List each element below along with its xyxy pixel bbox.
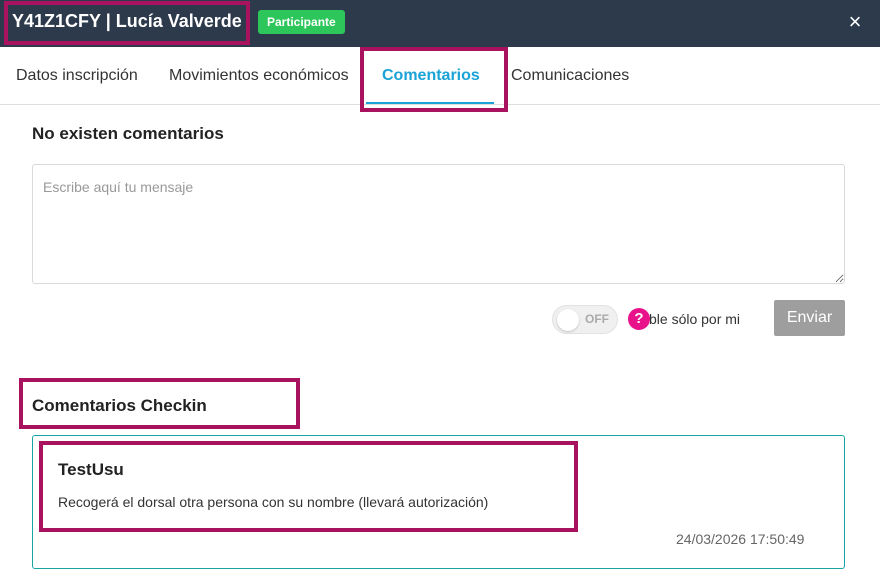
highlight-checkin-title bbox=[19, 378, 300, 429]
highlight-comment bbox=[39, 441, 578, 532]
empty-comments-title: No existen comentarios bbox=[32, 124, 224, 143]
comment-date: 24/03/2026 17:50:49 bbox=[676, 531, 805, 547]
send-button[interactable]: Enviar bbox=[774, 300, 845, 336]
highlight-tab bbox=[360, 47, 508, 112]
help-icon[interactable]: ? bbox=[628, 308, 650, 330]
tab-movimientos-economicos[interactable]: Movimientos económicos bbox=[169, 67, 349, 85]
tab-comunicaciones[interactable]: Comunicaciones bbox=[511, 67, 629, 85]
status-badge: Participante bbox=[258, 10, 345, 34]
close-icon[interactable]: × bbox=[843, 9, 867, 35]
toggle-state-label: OFF bbox=[585, 312, 609, 326]
tab-datos-inscripcion[interactable]: Datos inscripción bbox=[16, 67, 138, 85]
message-input[interactable] bbox=[32, 164, 845, 284]
toggle-knob bbox=[557, 309, 579, 331]
highlight-title bbox=[4, 1, 250, 45]
tab-bar: Datos inscripción Movimientos económicos… bbox=[0, 47, 880, 112]
visibility-toggle[interactable]: OFF bbox=[552, 305, 618, 334]
visibility-label: ble sólo por mi bbox=[649, 311, 741, 327]
